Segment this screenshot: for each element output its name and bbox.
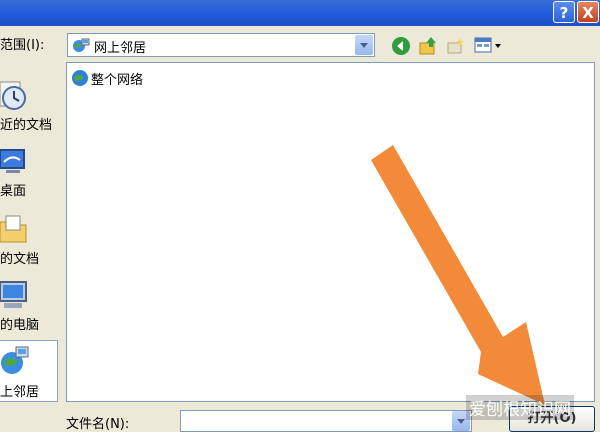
entire-network-icon: [71, 69, 89, 91]
place-my-documents[interactable]: 的文档: [0, 208, 58, 270]
chevron-down-icon[interactable]: [355, 35, 373, 55]
place-my-computer[interactable]: 的电脑: [0, 274, 58, 336]
lookin-value: 网上邻居: [94, 41, 147, 56]
recent-documents-icon: [0, 78, 30, 116]
place-desktop[interactable]: 桌面: [0, 140, 58, 202]
network-places-icon: [0, 345, 30, 381]
place-network-places[interactable]: 上邻居: [0, 340, 58, 402]
watermark-text: 爱刨根知识网: [466, 395, 574, 420]
place-label: 的电脑: [0, 318, 40, 333]
place-label: 近的文档: [0, 118, 53, 133]
back-icon[interactable]: [391, 36, 411, 60]
help-button[interactable]: ?: [553, 1, 575, 23]
place-label: 桌面: [0, 184, 27, 199]
my-computer-icon: [0, 278, 30, 314]
up-folder-icon[interactable]: [418, 36, 438, 60]
title-bar: ? X: [0, 0, 600, 26]
lookin-dropdown[interactable]: 网上邻居: [67, 33, 375, 57]
places-bar: 近的文档 桌面 的文档 的电脑 上邻居: [0, 62, 58, 423]
place-label: 的文档: [0, 252, 40, 267]
network-places-icon: [72, 37, 90, 57]
close-button[interactable]: X: [577, 1, 599, 23]
lookin-label: 范围(I):: [0, 38, 45, 53]
file-name: 整个网络: [91, 73, 144, 88]
view-menu-icon[interactable]: [474, 36, 502, 60]
file-list[interactable]: 整个网络: [66, 62, 595, 402]
new-folder-icon[interactable]: [446, 36, 466, 60]
filename-input[interactable]: [180, 410, 472, 432]
my-documents-icon: [0, 212, 30, 248]
place-label: 上邻居: [0, 385, 40, 400]
place-recent-documents[interactable]: 近的文档: [0, 74, 58, 136]
desktop-icon: [0, 144, 30, 180]
